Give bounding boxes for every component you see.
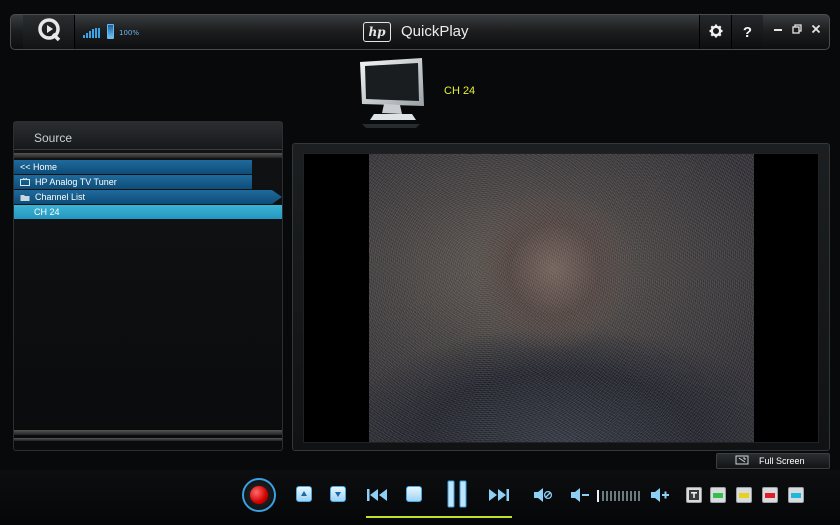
source-item-label: HP Analog TV Tuner — [35, 177, 117, 187]
green-key-icon — [710, 487, 726, 503]
source-list: << Home HP Analog TV Tuner Channel List … — [14, 160, 282, 220]
fullscreen-icon — [735, 455, 749, 467]
red-key-icon — [762, 487, 778, 503]
battery-level: 100% — [119, 29, 140, 37]
teletext-button[interactable] — [686, 487, 702, 503]
tv-video-frame — [369, 154, 754, 442]
next-button[interactable] — [488, 487, 510, 506]
restore-icon[interactable] — [792, 23, 802, 38]
mute-icon — [533, 487, 553, 506]
source-footer — [14, 427, 282, 444]
volume-level-icon — [597, 488, 643, 507]
source-divider — [14, 153, 282, 158]
stop-icon — [406, 486, 422, 502]
source-item-label: Channel List — [35, 192, 86, 202]
record-button[interactable] — [242, 478, 276, 512]
tv-monitor-icon — [356, 58, 428, 134]
quickplay-logo-button[interactable] — [23, 15, 75, 49]
video-player[interactable] — [303, 153, 819, 443]
source-item-label: CH 24 — [34, 207, 60, 217]
blue-key-icon — [788, 487, 804, 503]
blue-button[interactable] — [788, 487, 804, 503]
skip-forward-icon — [488, 487, 510, 506]
volume-down-button[interactable] — [570, 487, 590, 506]
volume-up-icon — [650, 487, 670, 506]
help-button[interactable]: ? — [731, 15, 763, 49]
mute-button[interactable] — [533, 487, 553, 506]
tv-tuner-icon — [20, 177, 30, 187]
folder-icon — [20, 193, 30, 202]
channel-down-button[interactable] — [330, 486, 346, 502]
yellow-key-icon — [736, 487, 752, 503]
video-panel — [292, 143, 830, 451]
source-item-tv-tuner[interactable]: HP Analog TV Tuner — [14, 175, 252, 189]
signal-strength-icon — [83, 28, 100, 38]
current-channel-label: CH 24 — [444, 85, 476, 97]
quickplay-logo-icon — [35, 16, 63, 48]
title-bar: 100% hp QuickPlay ? — [10, 14, 830, 50]
volume-up-button[interactable] — [650, 487, 670, 506]
hp-logo: hp — [363, 22, 391, 42]
channel-up-icon — [296, 486, 312, 502]
source-item-channel-list[interactable]: Channel List — [14, 190, 282, 204]
source-item-label: << Home — [20, 162, 58, 172]
source-title: Source — [34, 131, 73, 145]
green-button[interactable] — [710, 487, 726, 503]
volume-down-icon — [570, 487, 590, 506]
playback-progress-bar[interactable] — [366, 516, 512, 518]
question-icon: ? — [742, 23, 753, 41]
source-item-home[interactable]: << Home — [14, 160, 252, 174]
pause-button[interactable] — [446, 480, 468, 512]
red-button[interactable] — [762, 487, 778, 503]
app-title: QuickPlay — [401, 23, 469, 40]
window-controls — [773, 23, 821, 38]
yellow-button[interactable] — [736, 487, 752, 503]
skip-back-icon — [366, 487, 388, 506]
source-item-ch24[interactable]: CH 24 — [14, 205, 282, 219]
source-panel: Source << Home HP Analog TV Tuner Channe… — [13, 121, 283, 451]
settings-button[interactable] — [699, 15, 731, 49]
teletext-icon — [686, 487, 702, 503]
stop-button[interactable] — [406, 486, 422, 502]
pause-icon — [446, 480, 468, 512]
channel-down-icon — [330, 486, 346, 502]
previous-button[interactable] — [366, 487, 388, 506]
full-screen-label: Full Screen — [759, 456, 805, 466]
battery-icon — [107, 24, 114, 39]
full-screen-button[interactable]: Full Screen — [716, 453, 830, 469]
gear-icon — [709, 23, 723, 42]
channel-up-button[interactable] — [296, 486, 312, 502]
volume-slider[interactable] — [597, 488, 643, 507]
source-header: Source — [14, 122, 282, 150]
minimize-icon[interactable] — [773, 23, 783, 38]
record-icon — [250, 486, 268, 504]
close-icon[interactable] — [811, 23, 821, 38]
